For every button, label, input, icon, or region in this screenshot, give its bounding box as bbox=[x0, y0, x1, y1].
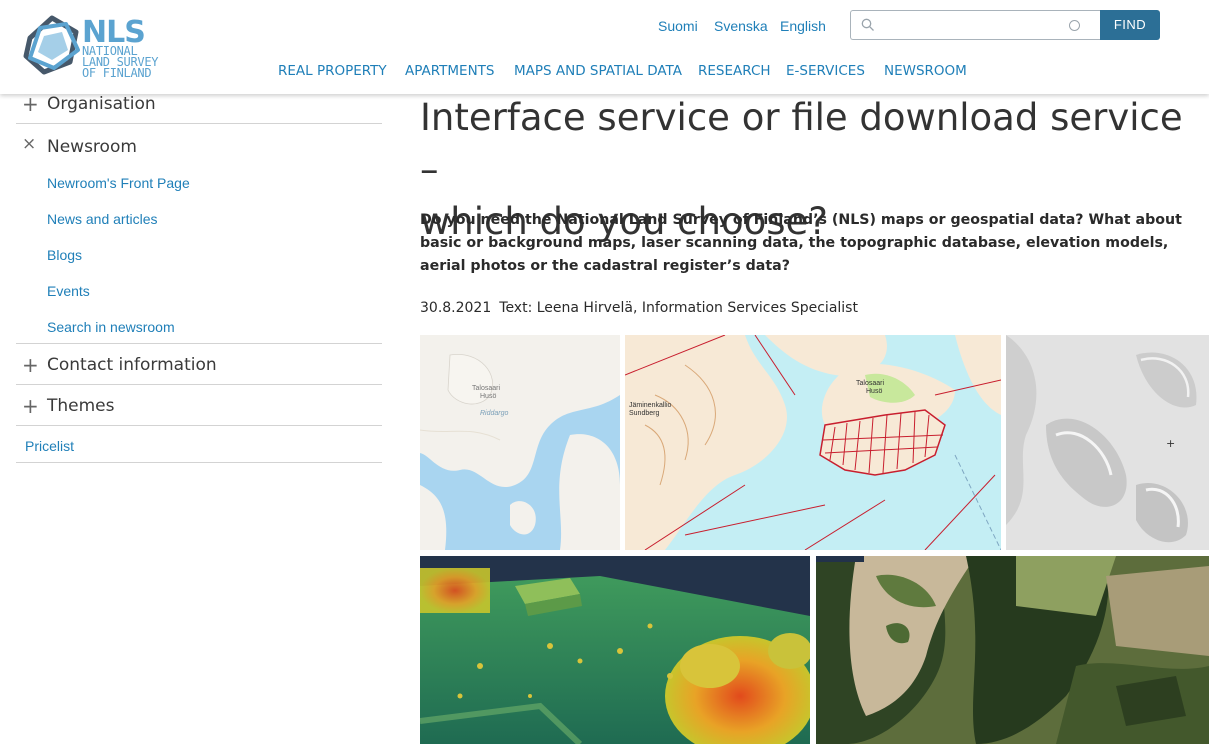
aerial-photo-graphic bbox=[816, 556, 1209, 744]
article-author: Text: Leena Hirvelä, Information Service… bbox=[499, 300, 858, 316]
collapse-x-icon: × bbox=[22, 134, 37, 154]
laser-scanning-graphic bbox=[420, 556, 810, 744]
nls-logo[interactable]: NLS NATIONAL LAND SURVEY OF FINLAND bbox=[22, 14, 202, 84]
lang-svenska-link[interactable]: Svenska bbox=[714, 18, 768, 34]
sidebar-item-label: Themes bbox=[47, 396, 115, 416]
sidebar-item-pricelist[interactable]: Pricelist bbox=[16, 426, 382, 463]
background-map-image: Talosaari Husö Riddargo bbox=[420, 335, 620, 550]
laser-scanning-image bbox=[420, 556, 810, 744]
article-lead: Do you need the National Land Survey of … bbox=[420, 212, 1182, 274]
search-input[interactable] bbox=[881, 15, 1071, 35]
clear-search-icon[interactable] bbox=[1069, 20, 1080, 31]
map-label: Husö bbox=[866, 388, 882, 395]
expand-plus-icon: + bbox=[22, 353, 39, 377]
sidebar-subitem-news-and-articles[interactable]: News and articles bbox=[47, 211, 158, 227]
sidebar-item-label: Newsroom bbox=[47, 137, 137, 157]
nav-apartments[interactable]: APARTMENTS bbox=[405, 63, 494, 79]
map-label: Riddargo bbox=[480, 410, 509, 417]
expand-plus-icon: + bbox=[22, 394, 39, 418]
sidebar-subitem-events[interactable]: Events bbox=[47, 283, 90, 299]
map-label: Husö bbox=[480, 393, 496, 400]
sidebar-item-contact-information[interactable]: + Contact information bbox=[16, 344, 382, 385]
sidebar-subitem-front-page[interactable]: Newroom's Front Page bbox=[47, 175, 190, 191]
lang-suomi-link[interactable]: Suomi bbox=[658, 18, 698, 34]
article-title-line-1: Interface service or file download servi… bbox=[420, 96, 1183, 191]
article-date: 30.8.2021 bbox=[420, 300, 492, 316]
expand-plus-icon: + bbox=[22, 92, 39, 116]
topographic-map-graphic: Talosaari Husö Jäminenkallio Sundberg bbox=[625, 335, 1001, 550]
map-label: Sundberg bbox=[629, 410, 659, 417]
elevation-model-graphic: + bbox=[1006, 335, 1209, 550]
elevation-model-image: + bbox=[1006, 335, 1209, 550]
map-label: Jäminenkallio bbox=[629, 402, 672, 409]
svg-text:+: + bbox=[1166, 437, 1175, 450]
sidebar-subitem-search-in-newsroom[interactable]: Search in newsroom bbox=[47, 319, 175, 335]
nav-e-services[interactable]: E-SERVICES bbox=[786, 63, 865, 79]
article-meta: 30.8.2021 Text: Leena Hirvelä, Informatio… bbox=[420, 300, 858, 316]
sidebar-item-label: Organisation bbox=[47, 94, 156, 114]
sidebar-item-organisation[interactable]: + Organisation bbox=[16, 92, 382, 124]
logo-line-3: OF FINLAND bbox=[82, 66, 152, 80]
topographic-map-image: Talosaari Husö Jäminenkallio Sundberg bbox=[625, 335, 1001, 550]
nav-maps-and-spatial-data[interactable]: MAPS AND SPATIAL DATA bbox=[514, 63, 682, 79]
sidebar-item-themes[interactable]: + Themes bbox=[16, 385, 382, 426]
map-label: Talosaari bbox=[856, 380, 884, 387]
sidebar-item-label: Pricelist bbox=[25, 438, 75, 454]
search-box bbox=[850, 10, 1100, 40]
nav-real-property[interactable]: REAL PROPERTY bbox=[278, 63, 387, 79]
logo-name-text: NATIONAL LAND SURVEY OF FINLAND bbox=[82, 45, 158, 80]
aerial-photo-image bbox=[816, 556, 1209, 744]
sidebar-item-label: Contact information bbox=[47, 355, 217, 375]
logo-emblem-icon bbox=[23, 15, 80, 75]
nav-research[interactable]: RESEARCH bbox=[698, 63, 771, 79]
search-icon bbox=[861, 18, 874, 31]
background-map-graphic: Talosaari Husö Riddargo bbox=[420, 335, 620, 550]
find-button[interactable]: FIND bbox=[1100, 10, 1160, 40]
site-header: NLS NATIONAL LAND SURVEY OF FINLAND Suom… bbox=[0, 0, 1209, 94]
sidebar-subitem-blogs[interactable]: Blogs bbox=[47, 247, 82, 263]
nav-newsroom[interactable]: NEWSROOM bbox=[884, 63, 967, 79]
map-label: Talosaari bbox=[472, 385, 500, 392]
lang-english-link[interactable]: English bbox=[780, 18, 826, 34]
